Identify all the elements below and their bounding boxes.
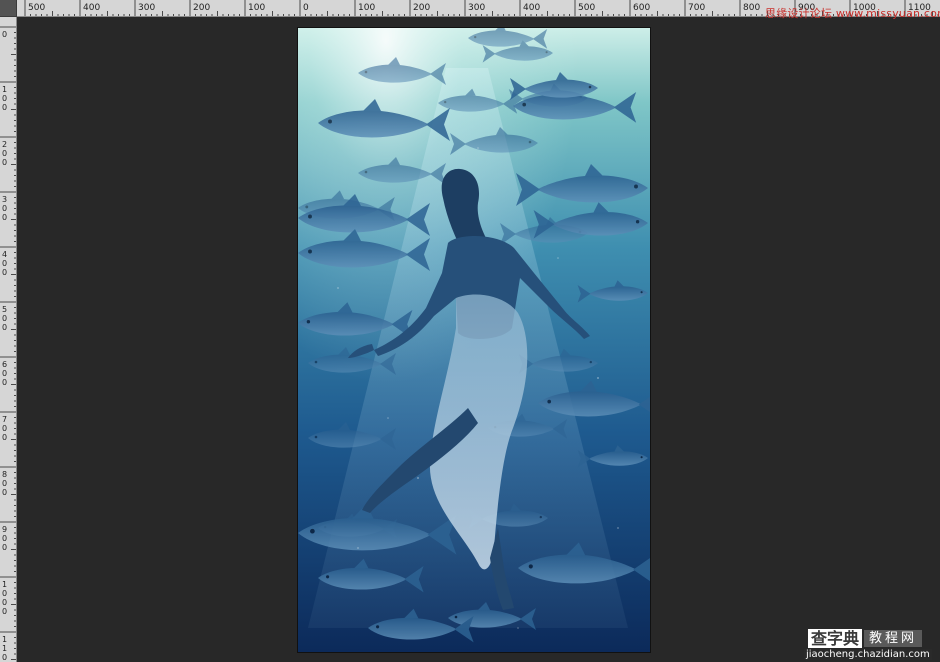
ruler-label: 0	[2, 268, 7, 277]
ruler-label: 0	[2, 369, 7, 378]
ruler-origin-corner[interactable]	[0, 0, 17, 17]
ruler-label: 0	[2, 204, 7, 213]
ruler-label: 200	[193, 3, 210, 13]
ruler-label: 0	[2, 424, 7, 433]
ruler-label: 300	[138, 3, 155, 13]
ruler-label: 9	[2, 525, 7, 534]
ruler-label: 0	[2, 323, 7, 332]
ruler-label: 800	[743, 3, 760, 13]
ruler-label: 6	[2, 360, 7, 369]
ruler-label: 0	[2, 653, 7, 662]
ruler-label: 0	[2, 378, 7, 387]
ruler-label: 1	[2, 635, 7, 644]
ruler-label: 0	[2, 158, 7, 167]
watermark-top-right: 思缘设计论坛 www.missyuan.com	[765, 7, 940, 20]
ruler-label: 500	[578, 3, 595, 13]
ruler-label: 0	[2, 479, 7, 488]
ruler-label: 500	[28, 3, 45, 13]
ruler-label: 0	[2, 589, 7, 598]
ruler-label: 0	[2, 30, 7, 39]
ruler-label: 0	[2, 103, 7, 112]
vertical-ruler[interactable]: 010020030040050060070080090010001100	[0, 17, 17, 662]
watermark-brand-title: 查字典	[808, 629, 863, 648]
ruler-label: 0	[2, 607, 7, 616]
ruler-label: 0	[2, 433, 7, 442]
ruler-label: 0	[303, 3, 309, 13]
ruler-label: 400	[523, 3, 540, 13]
ruler-label: 3	[2, 195, 7, 204]
ruler-label: 1	[2, 85, 7, 94]
ruler-label: 0	[2, 543, 7, 552]
ruler-label: 0	[2, 314, 7, 323]
underwater-artwork	[298, 28, 650, 652]
ruler-label: 2	[2, 140, 7, 149]
vertical-ruler-ticks: 010020030040050060070080090010001100	[0, 26, 16, 662]
ruler-label: 4	[2, 250, 7, 259]
ruler-label: 0	[2, 259, 7, 268]
ruler-label: 400	[83, 3, 100, 13]
ruler-label: 1	[2, 580, 7, 589]
ruler-label: 5	[2, 305, 7, 314]
ruler-label: 100	[248, 3, 265, 13]
ruler-label: 600	[633, 3, 650, 13]
ruler-label: 0	[2, 598, 7, 607]
ruler-label: 0	[2, 534, 7, 543]
watermark-brand-bottom: 查字典 教程网 jiaocheng.chazidian.com	[804, 629, 932, 662]
ruler-label: 1	[2, 644, 7, 653]
ruler-label: 0	[2, 213, 7, 222]
ruler-label: 0	[2, 488, 7, 497]
ruler-label: 8	[2, 470, 7, 479]
watermark-brand-box: 教程网	[864, 630, 923, 647]
ruler-label: 7	[2, 415, 7, 424]
ruler-label: 300	[468, 3, 485, 13]
ruler-label: 0	[2, 94, 7, 103]
ruler-label: 200	[413, 3, 430, 13]
watermark-url: jiaocheng.chazidian.com	[804, 649, 932, 660]
document-canvas[interactable]	[298, 28, 650, 652]
ruler-label: 0	[2, 149, 7, 158]
ruler-label: 100	[358, 3, 375, 13]
ruler-label: 700	[688, 3, 705, 13]
